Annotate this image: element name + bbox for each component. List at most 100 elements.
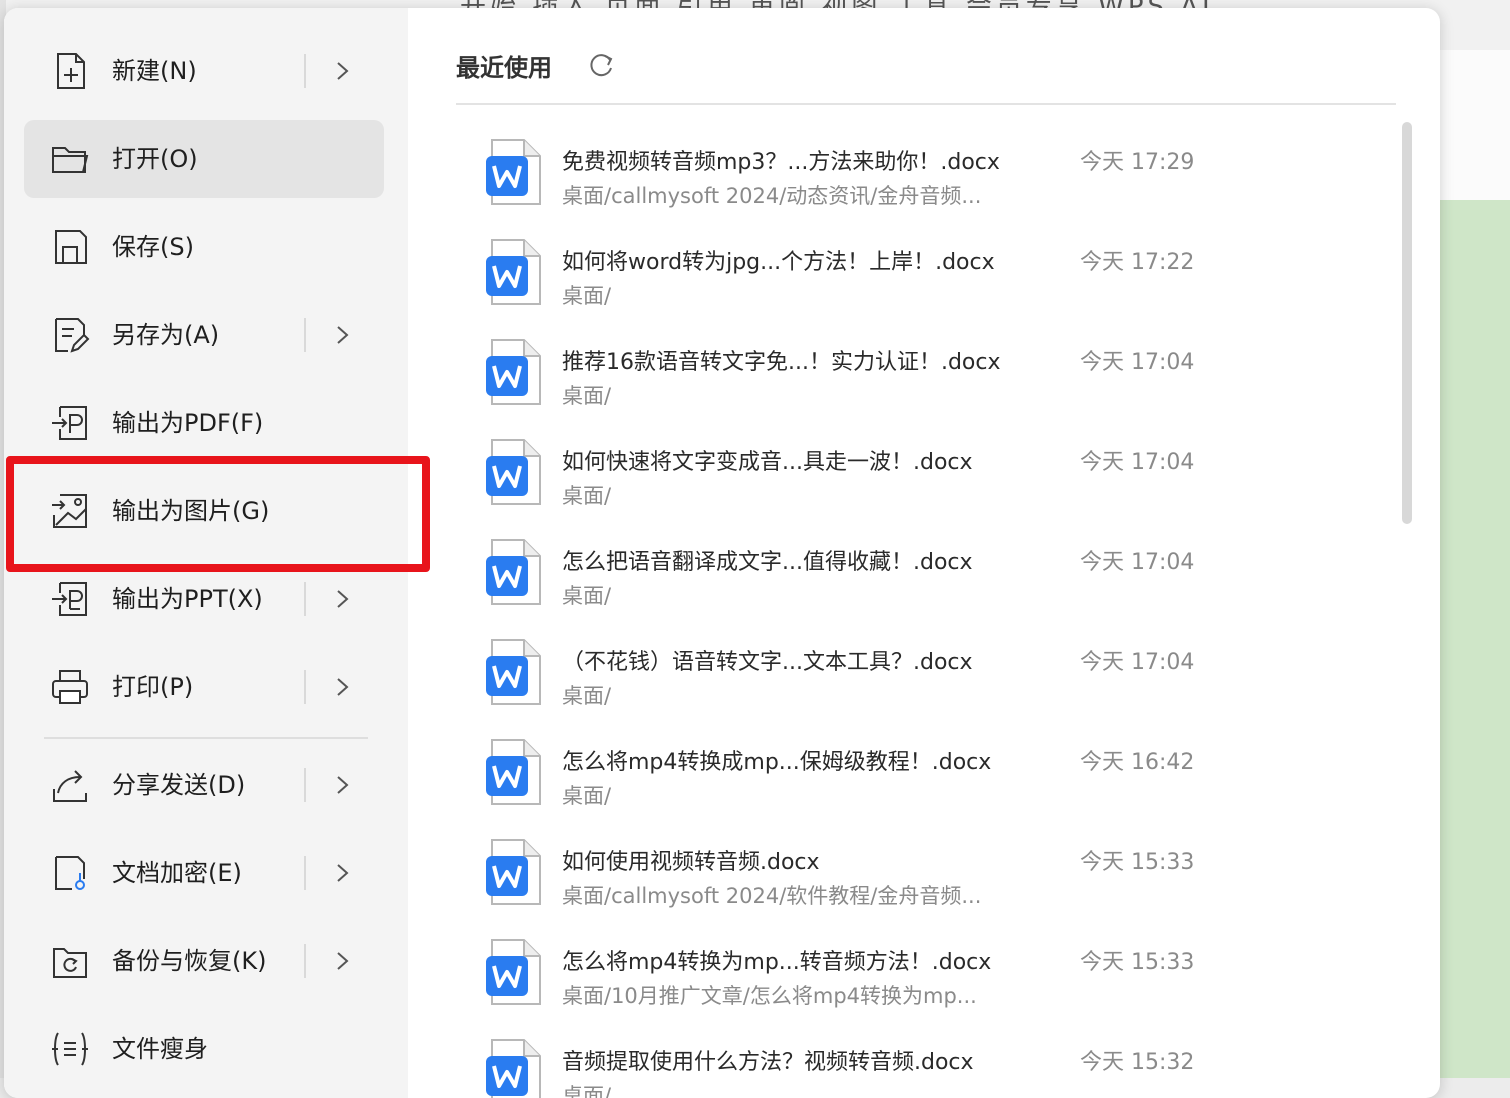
file-name: （不花钱）语音转文字...文本工具？.docx (562, 650, 973, 675)
chevron-right-icon[interactable] (332, 583, 354, 615)
share-icon (50, 765, 90, 805)
new-document-icon (50, 51, 90, 91)
recent-file-row[interactable]: 音频提取使用什么方法？视频转音频.docx 桌面/今天 15:32 (456, 1028, 1386, 1098)
menu-item-share[interactable]: 分享发送(D) (24, 746, 384, 824)
recent-file-row[interactable]: 如何使用视频转音频.docx 桌面/callmysoft 2024/软件教程/金舟… (456, 828, 1386, 928)
file-modified-time: 今天 17:04 (1080, 450, 1195, 475)
recent-file-row[interactable]: 免费视频转音频mp3？...方法来助你！.docx 桌面/callmysoft 2… (456, 128, 1386, 228)
word-document-icon (484, 938, 544, 1008)
word-document-icon (484, 338, 544, 408)
file-path: 桌面/ (562, 684, 612, 708)
menu-item-save-as[interactable]: 另存为(A) (24, 296, 384, 374)
recent-files-divider (456, 103, 1396, 105)
file-path: 桌面/callmysoft 2024/软件教程/金舟音频... (562, 884, 982, 908)
submenu-separator (304, 318, 306, 352)
file-modified-time: 今天 17:04 (1080, 650, 1195, 675)
file-modified-time: 今天 15:33 (1080, 950, 1195, 975)
recent-file-row[interactable]: 如何快速将文字变成音...具走一波！.docx 桌面/今天 17:04 (456, 428, 1386, 528)
menu-item-label: 分享发送(D) (112, 771, 246, 799)
chevron-right-icon[interactable] (332, 55, 354, 87)
word-document-icon (484, 638, 544, 708)
menu-item-new[interactable]: 新建(N) (24, 32, 384, 110)
file-modified-time: 今天 17:29 (1080, 150, 1195, 175)
backup-restore-icon (50, 941, 90, 981)
file-name: 免费视频转音频mp3？...方法来助你！.docx (562, 150, 1000, 175)
submenu-separator (304, 944, 306, 978)
file-path: 桌面/ (562, 384, 612, 408)
chevron-right-icon[interactable] (332, 857, 354, 889)
word-document-icon (484, 1038, 544, 1098)
encrypt-document-icon (50, 853, 90, 893)
menu-item-file-slim[interactable]: 文件瘦身 (24, 1010, 384, 1088)
printer-icon (50, 667, 90, 707)
chevron-right-icon[interactable] (332, 671, 354, 703)
submenu-separator (304, 670, 306, 704)
file-name: 如何快速将文字变成音...具走一波！.docx (562, 450, 973, 475)
refresh-icon[interactable] (586, 50, 616, 80)
file-modified-time: 今天 16:42 (1080, 750, 1195, 775)
recent-file-row[interactable]: 怎么把语音翻译成文字...值得收藏！.docx 桌面/今天 17:04 (456, 528, 1386, 628)
word-document-icon (484, 838, 544, 908)
menu-item-export-pdf[interactable]: 输出为PDF(F) (24, 384, 384, 462)
recent-file-row[interactable]: 怎么将mp4转换成mp...保姆级教程！.docx 桌面/今天 16:42 (456, 728, 1386, 828)
menu-item-label: 新建(N) (112, 57, 197, 85)
file-path: 桌面/ (562, 584, 612, 608)
file-name: 怎么把语音翻译成文字...值得收藏！.docx (562, 550, 973, 575)
save-icon (50, 227, 90, 267)
file-name: 推荐16款语音转文字免...！实力认证！.docx (562, 350, 1001, 375)
menu-item-label: 输出为PDF(F) (112, 409, 264, 437)
chevron-right-icon[interactable] (332, 319, 354, 351)
background-document-area (1440, 50, 1510, 200)
file-modified-time: 今天 17:04 (1080, 350, 1195, 375)
annotation-highlight-box (6, 456, 430, 572)
menu-item-encrypt[interactable]: 文档加密(E) (24, 834, 384, 912)
recent-files-scrollbar[interactable] (1402, 122, 1412, 524)
file-path: 桌面/ (562, 484, 612, 508)
file-menu-popup: 新建(N) 打开(O) 保存(S) 另存为(A) 输出为PDF(F) 输出为图片… (4, 8, 1440, 1098)
recent-file-row[interactable]: 怎么将mp4转换为mp...转音频方法！.docx 桌面/10月推广文章/怎么将m… (456, 928, 1386, 1028)
menu-item-label: 备份与恢复(K) (112, 947, 267, 975)
file-path: 桌面/ (562, 284, 612, 308)
menu-divider (44, 737, 368, 739)
submenu-separator (304, 582, 306, 616)
file-menu-commands: 新建(N) 打开(O) 保存(S) 另存为(A) 输出为PDF(F) 输出为图片… (4, 8, 430, 1098)
chevron-right-icon[interactable] (332, 945, 354, 977)
menu-item-label: 文件瘦身 (112, 1035, 208, 1063)
chevron-right-icon[interactable] (332, 769, 354, 801)
file-name: 怎么将mp4转换为mp...转音频方法！.docx (562, 950, 992, 975)
file-name: 如何使用视频转音频.docx (562, 850, 820, 875)
submenu-separator (304, 54, 306, 88)
menu-item-save[interactable]: 保存(S) (24, 208, 384, 286)
submenu-separator (304, 856, 306, 890)
file-name: 如何将word转为jpg...个方法！上岸！.docx (562, 250, 995, 275)
file-path: 桌面/ (562, 1084, 612, 1098)
word-document-icon (484, 238, 544, 308)
recent-file-row[interactable]: （不花钱）语音转文字...文本工具？.docx 桌面/今天 17:04 (456, 628, 1386, 728)
menu-item-label: 另存为(A) (112, 321, 220, 349)
recent-file-row[interactable]: 推荐16款语音转文字免...！实力认证！.docx 桌面/今天 17:04 (456, 328, 1386, 428)
word-document-icon (484, 438, 544, 508)
menu-item-backup-restore[interactable]: 备份与恢复(K) (24, 922, 384, 1000)
submenu-separator (304, 768, 306, 802)
menu-item-label: 保存(S) (112, 233, 194, 261)
menu-item-label: 打印(P) (112, 673, 194, 701)
menu-item-print[interactable]: 打印(P) (24, 648, 384, 726)
folder-open-icon (50, 139, 90, 179)
background-document-page (1440, 200, 1510, 1078)
word-document-icon (484, 538, 544, 608)
file-path: 桌面/10月推广文章/怎么将mp4转换为mp... (562, 984, 977, 1008)
file-path: 桌面/ (562, 784, 612, 808)
file-name: 音频提取使用什么方法？视频转音频.docx (562, 1050, 974, 1075)
file-modified-time: 今天 17:04 (1080, 550, 1195, 575)
recent-files-title: 最近使用 (456, 54, 552, 82)
file-path: 桌面/callmysoft 2024/动态资讯/金舟音频... (562, 184, 982, 208)
file-name: 怎么将mp4转换成mp...保姆级教程！.docx (562, 750, 992, 775)
word-document-icon (484, 738, 544, 808)
recent-file-row[interactable]: 如何将word转为jpg...个方法！上岸！.docx 桌面/今天 17:22 (456, 228, 1386, 328)
menu-item-open[interactable]: 打开(O) (24, 120, 384, 198)
file-modified-time: 今天 17:22 (1080, 250, 1195, 275)
export-pdf-icon (50, 403, 90, 443)
menu-item-label: 打开(O) (112, 145, 198, 173)
file-modified-time: 今天 15:33 (1080, 850, 1195, 875)
file-slim-icon (50, 1029, 90, 1069)
